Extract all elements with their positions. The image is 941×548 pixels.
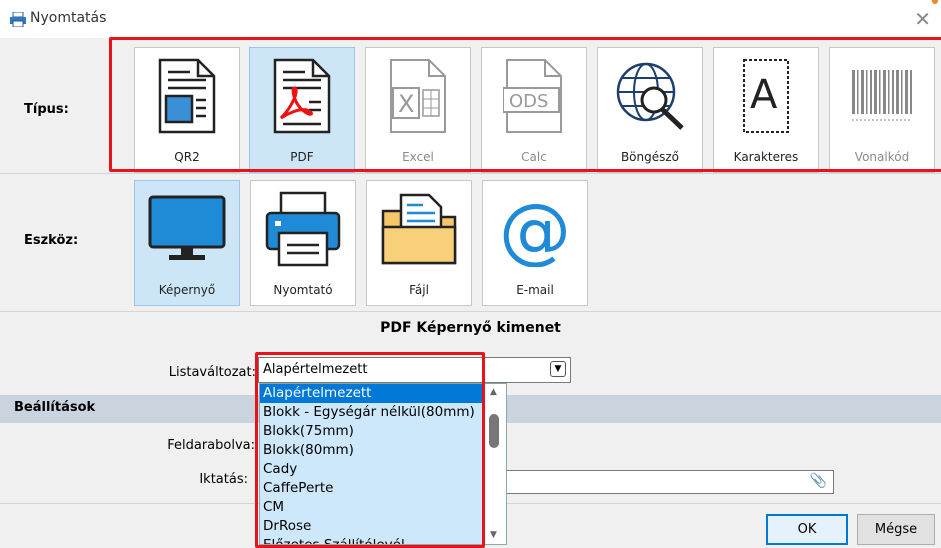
printer-icon (251, 187, 355, 271)
scroll-down-icon[interactable]: ▼ (490, 530, 497, 540)
scroll-up-icon[interactable]: ▲ (490, 387, 497, 397)
tile-label: Fájl (409, 283, 429, 297)
dropdown-scrollbar[interactable]: ▲ ▼ (483, 384, 506, 544)
tile-label: Képernyő (158, 283, 216, 297)
eszkoz-tile-nyomtato[interactable]: Nyomtató (250, 180, 356, 306)
iktatas-label: Iktatás: (199, 472, 248, 487)
window-title: Nyomtatás (30, 10, 107, 26)
chevron-down-icon[interactable]: ▼ (550, 361, 566, 377)
tile-label: Nyomtató (273, 283, 333, 297)
divider (0, 311, 941, 312)
corner-marker (932, 0, 938, 4)
feldarabolva-label: Feldarabolva: (167, 438, 255, 453)
eszkoz-tile-email[interactable]: @ E-mail (482, 180, 588, 306)
printer-app-icon (10, 11, 26, 31)
close-icon[interactable]: ✕ (914, 7, 931, 31)
tipus-label: Típus: (24, 102, 69, 117)
ok-button[interactable]: OK (766, 514, 848, 545)
monitor-icon (135, 187, 239, 271)
cancel-button[interactable]: Mégse (857, 514, 935, 545)
folder-file-icon (367, 187, 471, 271)
divider (0, 173, 941, 174)
tipus-highlight-box (109, 37, 941, 172)
settings-title: Beállítások (14, 400, 96, 415)
svg-text:@: @ (499, 191, 571, 267)
paperclip-icon[interactable]: 📎 (810, 473, 827, 489)
tile-label: E-mail (516, 283, 554, 297)
eszkoz-label: Eszköz: (24, 233, 79, 248)
eszkoz-tile-fajl[interactable]: Fájl (366, 180, 472, 306)
output-title: PDF Képernyő kimenet (380, 320, 561, 336)
at-sign-icon: @ (483, 187, 587, 271)
title-bar: Nyomtatás ✕ (0, 0, 941, 38)
dropdown-highlight-box (255, 352, 485, 548)
eszkoz-tile-kepernyo[interactable]: Képernyő (134, 180, 240, 306)
iktatas-input[interactable]: 📎 (505, 470, 834, 494)
listavaltozat-label: Listaváltozat: (168, 365, 256, 380)
scroll-thumb[interactable] (489, 414, 499, 448)
